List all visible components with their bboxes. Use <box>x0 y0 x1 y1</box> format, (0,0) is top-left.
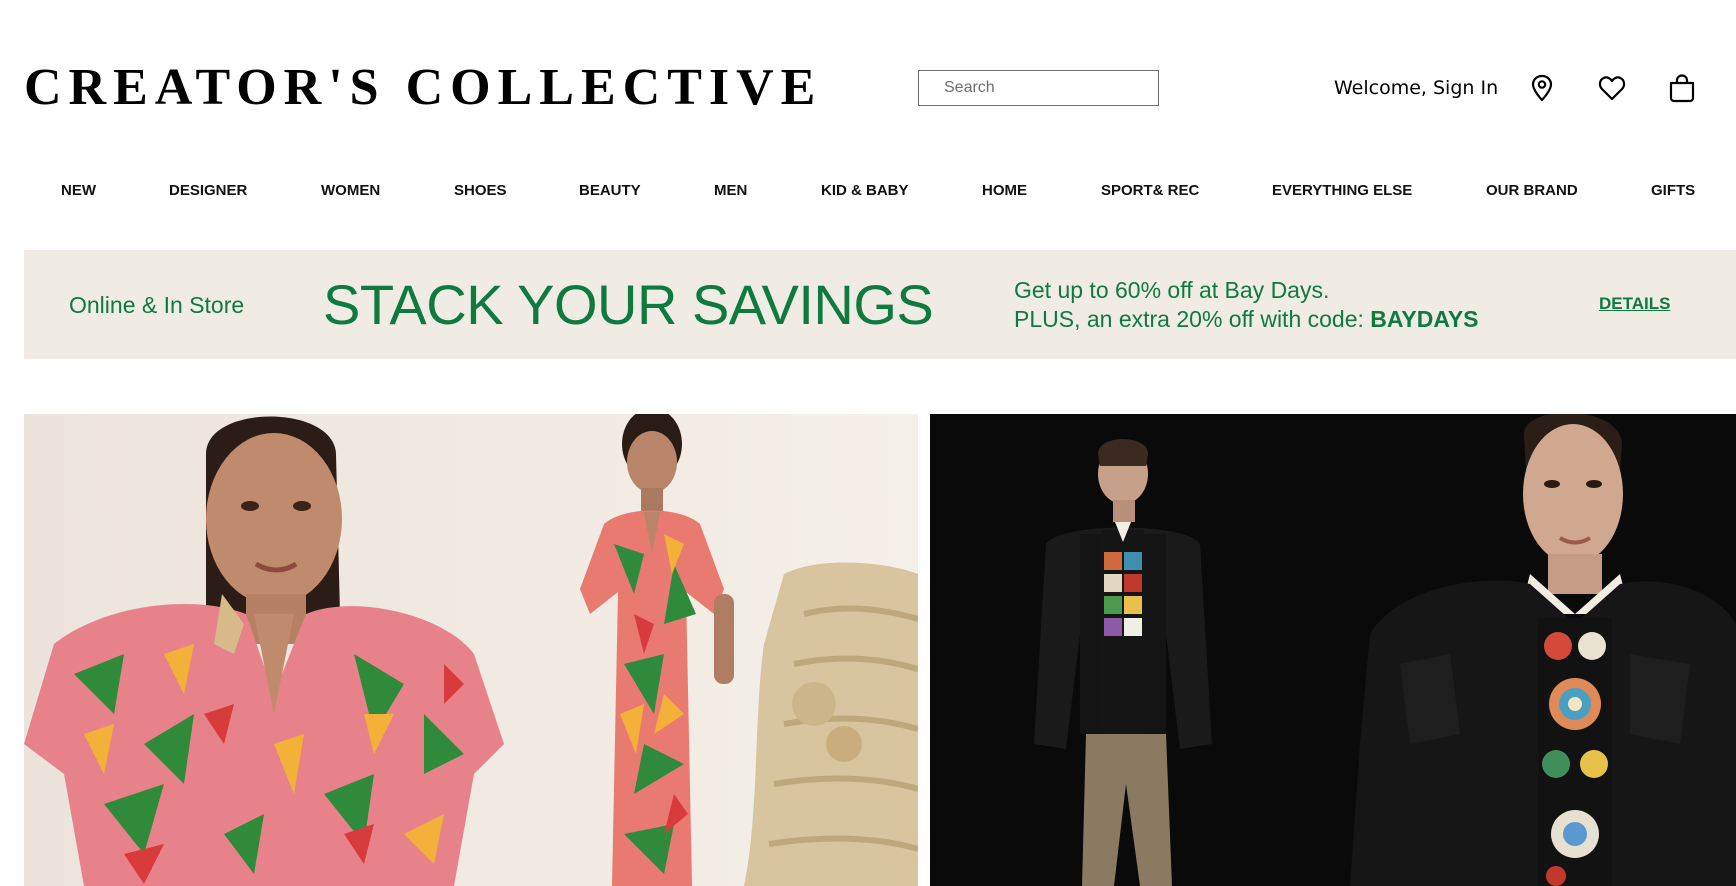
store-locator-button[interactable] <box>1526 70 1558 106</box>
nav-item-new[interactable]: NEW <box>61 176 96 206</box>
promo-line-2-text: PLUS, an extra 20% off with code: <box>1014 306 1371 332</box>
promo-code: BAYDAYS <box>1370 306 1479 332</box>
shopping-bag-icon <box>1669 74 1695 103</box>
nav-item-sport-rec[interactable]: SPORT& REC <box>1101 176 1199 206</box>
search-box[interactable] <box>918 70 1159 106</box>
location-pin-icon <box>1531 74 1553 102</box>
search-input[interactable] <box>919 71 1158 105</box>
heart-icon <box>1598 76 1626 101</box>
nav-item-home[interactable]: HOME <box>982 176 1027 206</box>
nav-item-designer[interactable]: DESIGNER <box>169 176 247 206</box>
nav-item-women[interactable]: WOMEN <box>321 176 380 206</box>
nav-item-kid-baby[interactable]: KID & BABY <box>821 176 909 206</box>
women-dress-photo <box>24 414 918 886</box>
hero-tile-women[interactable] <box>24 414 918 886</box>
promo-channel-text: Online & In Store <box>69 292 245 318</box>
cart-button[interactable] <box>1666 70 1698 106</box>
nav-item-gifts[interactable]: GIFTS <box>1651 176 1695 206</box>
nav-item-men[interactable]: MEN <box>714 176 747 206</box>
promo-copy: Get up to 60% off at Bay Days. PLUS, an … <box>1014 276 1479 334</box>
hero-tile-men[interactable] <box>930 414 1736 886</box>
main-nav: NEW DESIGNER WOMEN SHOES BEAUTY MEN KID … <box>0 176 1736 206</box>
promo-banner[interactable]: Online & In Store STACK YOUR SAVINGS Get… <box>24 250 1736 359</box>
sign-in-link[interactable]: Welcome, Sign In <box>1334 74 1498 102</box>
promo-line-2: PLUS, an extra 20% off with code: BAYDAY… <box>1014 305 1479 334</box>
nav-item-everything-else[interactable]: EVERYTHING ELSE <box>1272 176 1412 206</box>
nav-item-beauty[interactable]: BEAUTY <box>579 176 641 206</box>
promo-headline: STACK YOUR SAVINGS <box>323 273 934 336</box>
men-jacket-photo <box>930 414 1736 886</box>
promo-details-link[interactable]: DETAILS <box>1599 292 1670 316</box>
wishlist-button[interactable] <box>1596 70 1628 106</box>
site-logo[interactable]: CREATOR'S COLLECTIVE <box>24 56 822 120</box>
site-header: CREATOR'S COLLECTIVE Welcome, Sign In <box>0 0 1736 150</box>
nav-item-our-brand[interactable]: OUR BRAND <box>1486 176 1578 206</box>
promo-line-1: Get up to 60% off at Bay Days. <box>1014 277 1330 303</box>
nav-item-shoes[interactable]: SHOES <box>454 176 507 206</box>
